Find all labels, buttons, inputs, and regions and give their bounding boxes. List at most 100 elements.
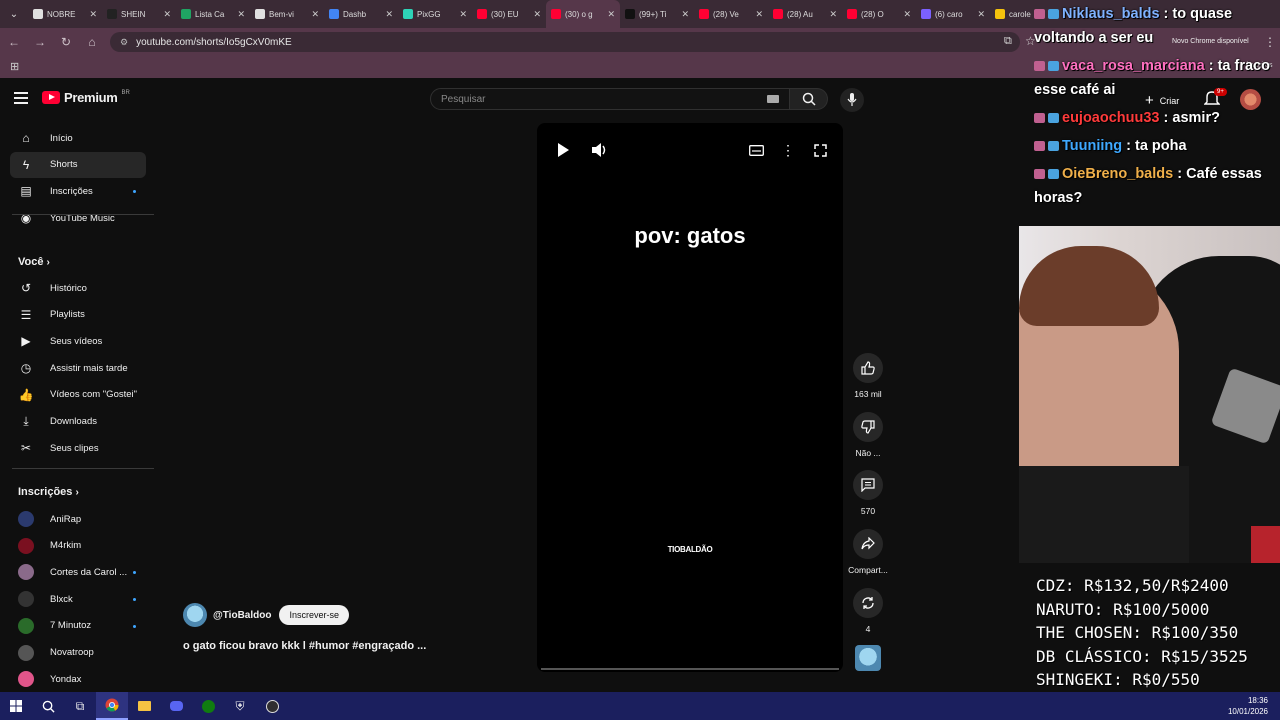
- browser-tab[interactable]: (30) o g ✕: [546, 0, 620, 28]
- tab-close-icon[interactable]: ✕: [163, 9, 171, 20]
- tab-close-icon[interactable]: ✕: [459, 9, 467, 20]
- browser-tab[interactable]: Lista Ca ✕: [176, 0, 250, 28]
- address-bar[interactable]: ⚙ youtube.com/shorts/Io5gCxV0mKE: [110, 32, 1020, 52]
- obs-button[interactable]: [256, 692, 288, 720]
- browser-tab[interactable]: SHEIN ✕: [102, 0, 176, 28]
- browser-tab[interactable]: (28) O ✕: [842, 0, 916, 28]
- tab-close-icon[interactable]: ✕: [903, 9, 911, 20]
- comments-button[interactable]: 570: [848, 470, 888, 516]
- taskbar-search-button[interactable]: [32, 692, 64, 720]
- sidebar-item-hist-rico[interactable]: ↺ Histórico: [10, 275, 146, 301]
- sidebar-item-shorts[interactable]: ϟ Shorts: [10, 151, 146, 178]
- account-avatar[interactable]: [1240, 89, 1261, 110]
- tab-close-icon[interactable]: ✕: [829, 9, 837, 20]
- volume-button[interactable]: [591, 141, 609, 159]
- chrome-taskbar-button[interactable]: [96, 692, 128, 720]
- tab-close-icon[interactable]: ✕: [385, 9, 393, 20]
- more-options-button[interactable]: ⋮: [779, 141, 797, 159]
- browser-tab[interactable]: (28) Ve ✕: [694, 0, 768, 28]
- sidebar-item-downloads[interactable]: ⤓ Downloads: [10, 409, 146, 435]
- xbox-button[interactable]: [192, 692, 224, 720]
- apps-grid-icon[interactable]: ⊞: [10, 60, 19, 73]
- sidebar-item-cortes-da-carol[interactable]: Cortes da Carol ...: [10, 559, 146, 585]
- notifications-button[interactable]: 9+: [1203, 88, 1227, 110]
- subscriptions-heading[interactable]: Inscrições ›: [18, 486, 79, 498]
- tab-close-icon[interactable]: ✕: [607, 9, 615, 20]
- sidebar-item-seus-clipes[interactable]: ✂ Seus clipes: [10, 435, 146, 461]
- guide-sidebar: Premium BR ⌂ Início ϟ Shorts ▤ Inscrições ◉ You…: [0, 78, 160, 692]
- sidebar-item-novatroop[interactable]: Novatroop: [10, 640, 146, 666]
- sidebar-item-label: Seus vídeos: [50, 335, 103, 347]
- sidebar-item-v-deos-com-gostei[interactable]: 👍 Vídeos com "Gostei": [10, 382, 146, 408]
- browser-tab[interactable]: NOBRE ✕: [28, 0, 102, 28]
- sidebar-item-youtube-music[interactable]: ◉ YouTube Music: [10, 205, 146, 231]
- discord-button[interactable]: [160, 692, 192, 720]
- tab-close-icon[interactable]: ✕: [237, 9, 245, 20]
- task-view-button[interactable]: ⧉: [64, 692, 96, 720]
- tab-close-icon[interactable]: ✕: [681, 9, 689, 20]
- you-section-heading[interactable]: Você ›: [18, 256, 50, 268]
- browser-tab[interactable]: (6) caro ✕: [916, 0, 990, 28]
- share-button[interactable]: Compart...: [848, 529, 888, 575]
- sub-badge-icon: [1034, 169, 1045, 180]
- sidebar-item-blxck[interactable]: Blxck: [10, 586, 146, 612]
- sidebar-item-yondax[interactable]: Yondax: [10, 666, 146, 692]
- tab-close-icon[interactable]: ✕: [755, 9, 763, 20]
- tab-close-icon[interactable]: ✕: [977, 9, 985, 20]
- sidebar-item-assistir-mais-tarde[interactable]: ◷ Assistir mais tarde: [10, 355, 146, 381]
- browser-tab[interactable]: (99+) Ti ✕: [620, 0, 694, 28]
- youtube-premium-logo[interactable]: Premium BR: [42, 90, 130, 105]
- sidebar-item-seus-v-deos[interactable]: ▶ Seus vídeos: [10, 328, 146, 354]
- dislike-button[interactable]: Não ...: [848, 412, 888, 458]
- captions-button[interactable]: [747, 141, 765, 159]
- browser-tab[interactable]: (30) EU ✕: [472, 0, 546, 28]
- system-clock[interactable]: 18:36 10/01/2026: [1228, 695, 1268, 717]
- install-icon[interactable]: ⧉: [1004, 35, 1012, 48]
- site-info-icon[interactable]: ⚙: [120, 37, 128, 48]
- clock-date: 10/01/2026: [1227, 707, 1268, 716]
- like-button[interactable]: 163 mil: [848, 353, 888, 399]
- chevron-right-icon: ›: [75, 487, 79, 498]
- microphone-icon: [847, 93, 857, 106]
- back-button[interactable]: ←: [2, 30, 26, 54]
- sidebar-item-m4rkim[interactable]: M4rkim: [10, 533, 146, 559]
- short-description[interactable]: o gato ficou bravo kkk l #humor #engraça…: [183, 640, 426, 652]
- sidebar-item-7-minutoz[interactable]: 7 Minutoz: [10, 613, 146, 639]
- start-button[interactable]: [0, 692, 32, 720]
- sidebar-item-inscri-es[interactable]: ▤ Inscrições: [10, 178, 146, 204]
- progress-bar[interactable]: [541, 668, 839, 670]
- tab-close-icon[interactable]: ✕: [533, 9, 541, 20]
- menu-hamburger-icon[interactable]: [14, 91, 28, 104]
- home-button[interactable]: ⌂: [80, 30, 104, 54]
- browser-tab[interactable]: Bem-vi ✕: [250, 0, 324, 28]
- sidebar-item-anirap[interactable]: AniRap: [10, 506, 146, 532]
- channel-avatar[interactable]: [183, 603, 207, 627]
- shorts-player[interactable]: ⋮ pov: gatos TIOBALDÃO: [537, 123, 843, 672]
- browser-tab[interactable]: PixGG ✕: [398, 0, 472, 28]
- channel-name[interactable]: @TioBaldoo: [213, 610, 271, 621]
- forward-button[interactable]: →: [28, 30, 52, 54]
- tab-close-icon[interactable]: ✕: [89, 9, 97, 20]
- search-input[interactable]: Pesquisar: [430, 88, 790, 110]
- browser-tab[interactable]: (28) Au ✕: [768, 0, 842, 28]
- fullscreen-button[interactable]: [811, 141, 829, 159]
- keyboard-icon[interactable]: [767, 95, 779, 103]
- security-button[interactable]: ⛨: [224, 692, 256, 720]
- file-explorer-button[interactable]: [128, 692, 160, 720]
- reload-button[interactable]: ↻: [54, 30, 78, 54]
- comments-icon: [853, 470, 883, 500]
- voice-search-button[interactable]: [840, 88, 864, 112]
- streamer-hair: [1019, 246, 1159, 326]
- tab-title: (28) Ve: [713, 9, 739, 19]
- play-button[interactable]: [554, 141, 572, 159]
- remix-button[interactable]: 4: [848, 588, 888, 634]
- donation-goal: CDZ: R$132,50/R$2400: [1036, 576, 1229, 595]
- sidebar-item-in-cio[interactable]: ⌂ Início: [10, 125, 146, 151]
- search-button[interactable]: [790, 88, 828, 110]
- subscribe-button[interactable]: Inscrever-se: [279, 605, 349, 625]
- browser-tab[interactable]: Dashb ✕: [324, 0, 398, 28]
- tab-close-icon[interactable]: ✕: [311, 9, 319, 20]
- audio-thumbnail[interactable]: [855, 645, 881, 671]
- tab-search-button[interactable]: ⌄: [0, 0, 28, 28]
- sidebar-item-playlists[interactable]: ☰ Playlists: [10, 302, 146, 328]
